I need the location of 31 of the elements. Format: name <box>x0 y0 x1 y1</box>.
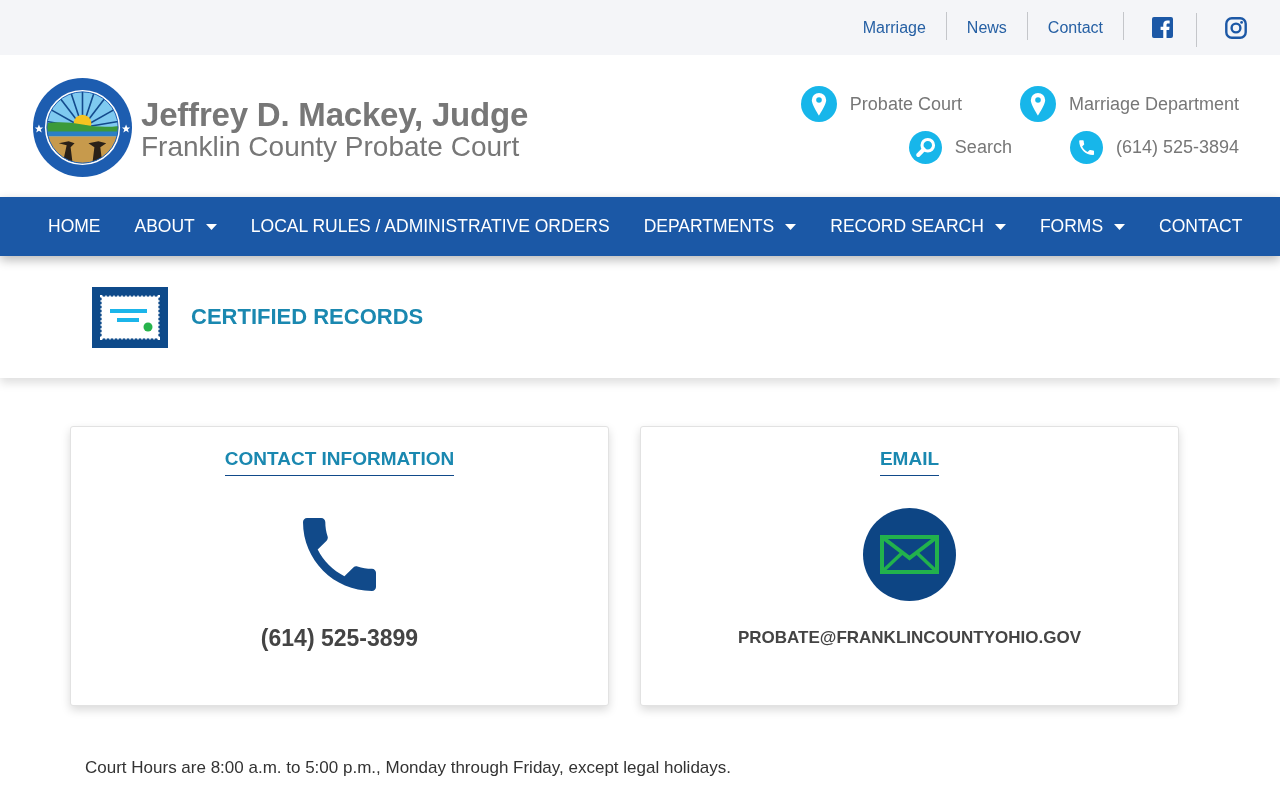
nav-link[interactable]: RECORD SEARCH <box>813 197 1023 256</box>
envelope-icon <box>863 508 956 601</box>
phone-icon <box>303 518 376 591</box>
quick-link[interactable]: Marriage Department <box>1019 86 1239 122</box>
nav-link[interactable]: HOME <box>31 197 118 256</box>
top-link[interactable]: Contact <box>1027 17 1123 38</box>
nav-link[interactable]: DEPARTMENTS <box>626 197 814 256</box>
card-heading: CONTACT INFORMATION <box>224 447 455 476</box>
nav-link[interactable]: ABOUT <box>117 197 234 256</box>
court-name: Franklin County Probate Court <box>141 132 520 162</box>
nav-link[interactable]: CONTACT <box>1142 197 1260 256</box>
email-link[interactable]: PROBATE@FRANKLINCOUNTYOHIO.GOV <box>737 625 1081 651</box>
nav-link[interactable]: LOCAL RULES / ADMINISTRATIVE ORDERS <box>233 197 627 256</box>
map-pin-icon <box>800 86 837 122</box>
quick-link[interactable]: Search <box>908 131 1012 164</box>
phone-icon <box>1069 131 1103 164</box>
top-link[interactable]: Marriage <box>842 17 946 38</box>
nav-link[interactable]: FORMS <box>1022 197 1143 256</box>
hours-note: Court Hours are 8:00 a.m. to 5:00 p.m., Monday through Friday, except legal holidays. <box>85 757 733 779</box>
instagram-icon[interactable] <box>1225 16 1247 39</box>
quick-link[interactable]: (614) 525-3894 <box>1069 131 1239 164</box>
quick-link[interactable]: Probate Court <box>800 86 962 122</box>
card-heading: EMAIL <box>879 447 940 476</box>
phone-number: (614) 525-3899 <box>260 625 419 651</box>
search-icon <box>908 131 942 164</box>
judge-name: Jeffrey D. Mackey, Judge <box>141 98 529 132</box>
facebook-icon[interactable] <box>1152 17 1173 38</box>
map-pin-icon <box>1019 86 1056 122</box>
top-link[interactable]: News <box>946 17 1027 38</box>
certificate-icon <box>92 286 168 348</box>
page-title: CERTIFIED RECORDS <box>191 304 424 330</box>
